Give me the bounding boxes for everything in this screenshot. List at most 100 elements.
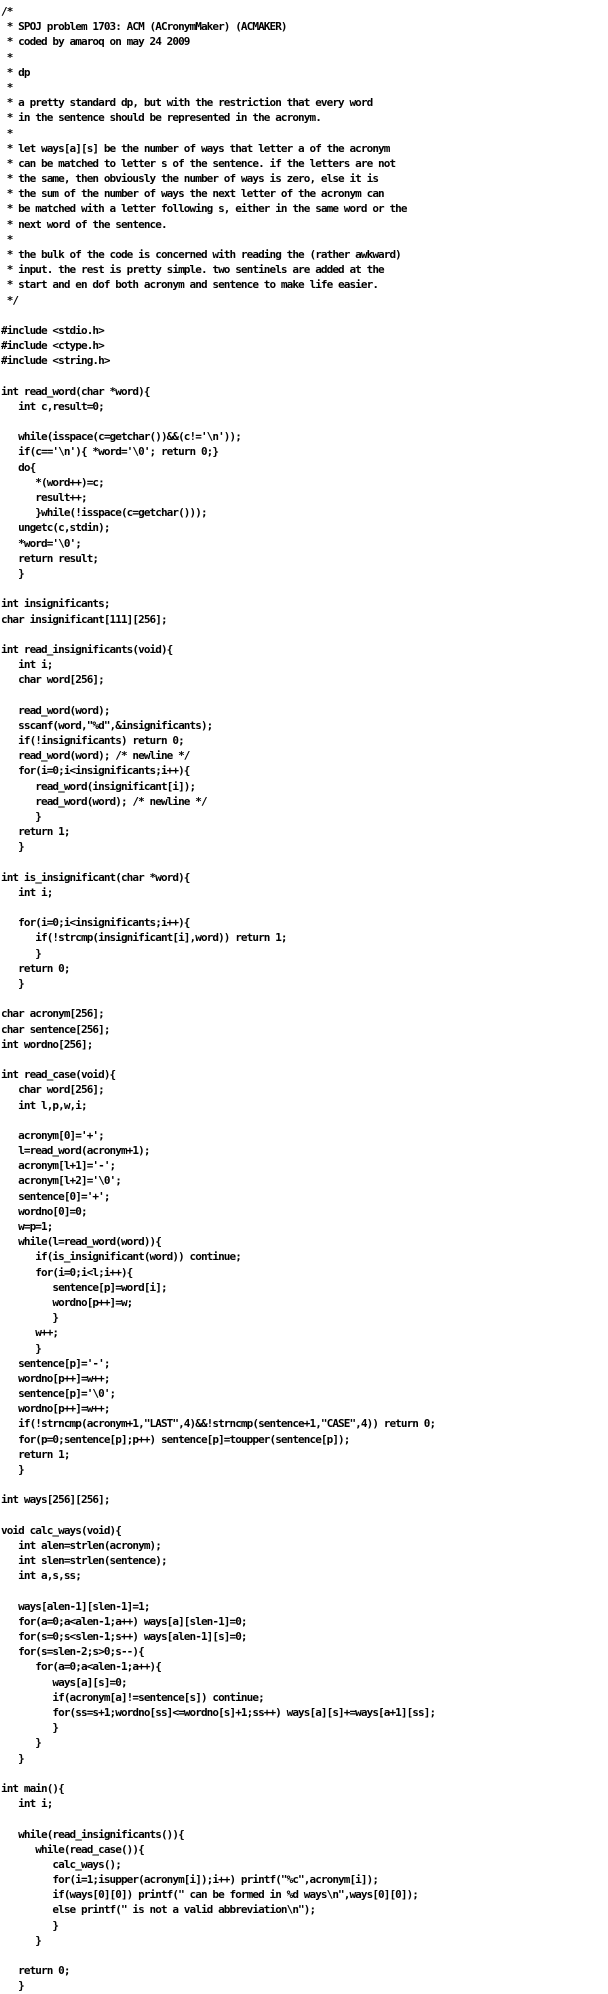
- code-line: read_word(word); /* newline */: [1, 794, 207, 808]
- code-line: }: [1, 1721, 59, 1735]
- code-line: ways[a][s]=0;: [1, 1675, 127, 1689]
- code-line: * coded by amaroq on may 24 2009: [1, 35, 191, 49]
- code-line: * let ways[a][s] be the number of ways t…: [1, 141, 391, 155]
- code-line: int insignificants;: [1, 597, 110, 611]
- code-line: for(i=0;i<insignificants;i++){: [1, 764, 190, 778]
- code-line: wordno[p++]=w;: [1, 1295, 133, 1309]
- code-line: }: [1, 809, 42, 823]
- code-line: * the same, then obviously the number of…: [1, 172, 379, 186]
- code-line: int l,p,w,i;: [1, 1098, 87, 1112]
- code-line: }: [1, 1463, 25, 1476]
- code-line: }: [1, 566, 25, 580]
- code-line: *word='\0';: [1, 536, 82, 550]
- code-line: * dp: [1, 65, 31, 79]
- code-line: #include <ctype.h>: [1, 339, 105, 353]
- code-line: int main(){: [1, 1781, 65, 1795]
- code-line: char sentence[256];: [1, 1022, 110, 1036]
- code-line: result++;: [1, 491, 87, 504]
- code-line: }while(!isspace(c=getchar()));: [1, 506, 207, 520]
- code-line: acronym[l+1]='-';: [1, 1159, 116, 1173]
- code-line: ungetc(c,stdin);: [1, 521, 110, 535]
- code-line: wordno[p++]=w++;: [1, 1402, 110, 1416]
- code-line: if(!strncmp(acronym+1,"LAST",4)&&!strncm…: [1, 1417, 436, 1431]
- code-line: acronym[0]='+';: [1, 1128, 105, 1142]
- code-line: int read_case(void){: [1, 1068, 116, 1082]
- code-line: * next word of the sentence.: [1, 217, 168, 231]
- code-line: char insignificant[111][256];: [1, 612, 168, 626]
- code-line: return 1;: [1, 825, 70, 839]
- code-line: for(i=1;isupper(acronym[i]);i++) printf(…: [1, 1873, 379, 1887]
- code-line: sentence[0]='+';: [1, 1189, 110, 1203]
- code-line: int c,result=0;: [1, 399, 105, 413]
- code-line: acronym[l+2]='\0';: [1, 1174, 122, 1188]
- code-line: sscanf(word,"%d",&insignificants);: [1, 718, 213, 732]
- code-line: int read_word(char *word){: [1, 384, 150, 398]
- code-line: *: [1, 126, 14, 140]
- code-line: if(!strcmp(insignificant[i],word)) retur…: [1, 931, 287, 945]
- code-line: return 0;: [1, 1964, 70, 1978]
- code-line: if(c=='\n'){ *word='\0'; return 0;}: [1, 445, 219, 459]
- code-line: for(i=0;i<insignificants;i++){: [1, 916, 190, 930]
- code-line: sentence[p]=word[i];: [1, 1280, 167, 1294]
- code-line: *(word++)=c;: [1, 475, 104, 489]
- code-line: * input. the rest is pretty simple. two …: [1, 263, 385, 277]
- code-line: read_word(word);: [1, 703, 110, 717]
- code-line: while(read_case()){: [1, 1842, 144, 1856]
- code-line: return 0;: [1, 961, 70, 975]
- code-line: for(a=0;a<alen-1;a++) ways[a][slen-1]=0;: [1, 1614, 247, 1628]
- code-line: }: [1, 1933, 42, 1947]
- code-line: int wordno[256];: [1, 1037, 93, 1051]
- code-line: * can be matched to letter s of the sent…: [1, 156, 396, 170]
- code-line: read_word(insignificant[i]);: [1, 779, 196, 793]
- code-line: char word[256];: [1, 673, 105, 687]
- code-line: * in the sentence should be represented …: [1, 111, 322, 125]
- code-line: }: [1, 1341, 42, 1355]
- code-line: for(i=0;i<l;i++){: [1, 1265, 133, 1279]
- code-line: return 1;: [1, 1447, 70, 1461]
- code-line: */: [1, 293, 19, 307]
- code-line: read_word(word); /* newline */: [1, 749, 190, 763]
- code-line: w=p=1;: [1, 1220, 53, 1233]
- code-line: int a,s,ss;: [1, 1569, 82, 1583]
- code-line: * be matched with a letter following s, …: [1, 202, 408, 216]
- code-line: * SPOJ problem 1703: ACM (ACronymMaker) …: [1, 20, 288, 34]
- code-line: else printf(" is not a valid abbreviatio…: [1, 1903, 316, 1917]
- code-line: char acronym[256];: [1, 1007, 105, 1021]
- code-line: do{: [1, 460, 36, 474]
- code-line: *: [1, 80, 14, 94]
- code-line: int alen=strlen(acronym);: [1, 1538, 162, 1552]
- code-line: * a pretty standard dp, but with the res…: [1, 96, 374, 110]
- code-line: l=read_word(acronym+1);: [1, 1144, 150, 1158]
- code-line: * the sum of the number of ways the next…: [1, 187, 385, 201]
- code-line: }: [1, 1736, 42, 1750]
- code-line: }: [1, 1751, 25, 1765]
- code-line: #include <string.h>: [1, 354, 110, 368]
- code-line: calc_ways();: [1, 1857, 121, 1871]
- code-line: char word[256];: [1, 1083, 105, 1097]
- code-line: for(s=slen-2;s>0;s--){: [1, 1645, 145, 1659]
- code-line: wordno[0]=0;: [1, 1204, 87, 1218]
- code-line: int i;: [1, 658, 53, 672]
- code-line: while(read_insignificants()){: [1, 1827, 185, 1841]
- code-line: }: [1, 1311, 59, 1325]
- code-line: *: [1, 50, 14, 64]
- code-line: for(a=0;a<alen-1;a++){: [1, 1660, 162, 1674]
- code-line: for(p=0;sentence[p];p++) sentence[p]=tou…: [1, 1432, 350, 1446]
- code-line: ways[alen-1][slen-1]=1;: [1, 1599, 150, 1613]
- code-line: w++;: [1, 1326, 59, 1340]
- code-line: }: [1, 1979, 25, 1993]
- code-line: * start and en dof both acronym and sent…: [1, 278, 379, 292]
